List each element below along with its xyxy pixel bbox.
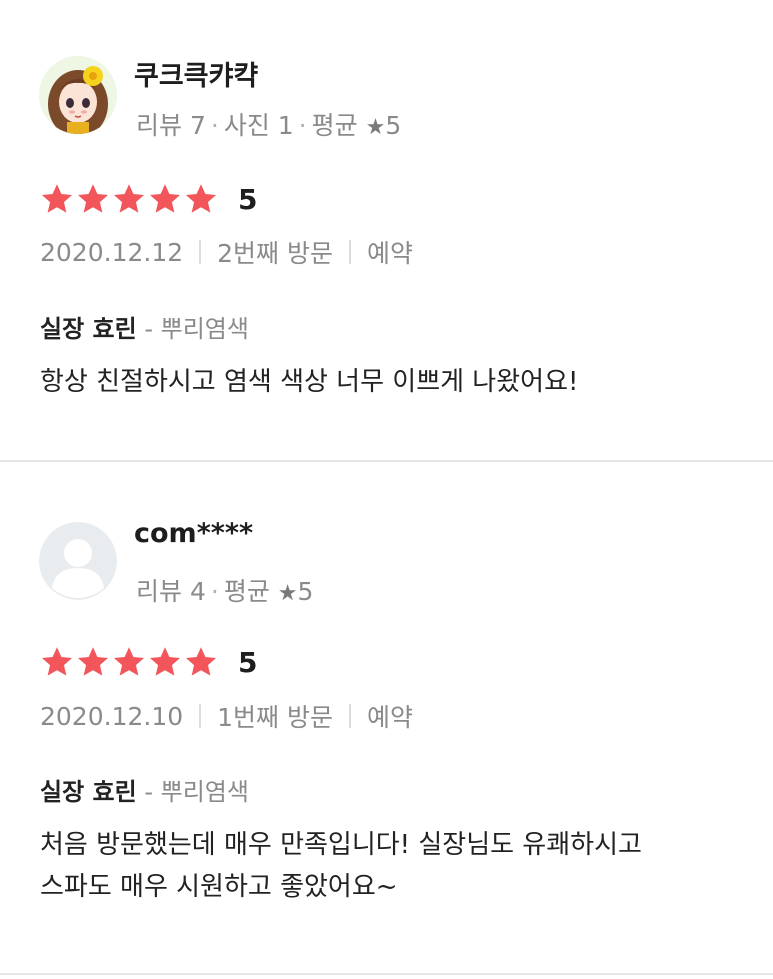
reviewer-stats: 리뷰 4 · 평균 ★5 bbox=[136, 572, 313, 608]
booking-tag: 예약 bbox=[367, 239, 414, 268]
stylist-name: 실장 효린 bbox=[40, 315, 137, 343]
reviewer-name[interactable]: 쿠크큭캬캭 bbox=[134, 54, 258, 93]
photo-count: 사진 1 bbox=[223, 111, 294, 140]
visit-count: 2번째 방문 bbox=[217, 239, 333, 268]
character-avatar-icon[interactable] bbox=[39, 56, 117, 134]
rating-row: 5 bbox=[40, 182, 257, 216]
average-value: 5 bbox=[297, 577, 314, 606]
divider bbox=[199, 704, 202, 728]
review-text: 항상 친절하시고 염색 색상 너무 이쁘게 나왔어요! bbox=[40, 361, 740, 403]
service-name: - 뿌리염색 bbox=[144, 778, 249, 806]
stylist-info: 실장 효린 - 뿌리염색 bbox=[40, 772, 249, 807]
rating-star-icon bbox=[77, 647, 109, 676]
stylist-name: 실장 효린 bbox=[40, 778, 137, 806]
rating-star-icon bbox=[185, 184, 217, 213]
divider bbox=[349, 704, 351, 728]
review-item: com**** 리뷰 4 · 평균 ★5 5 2020.12.10 1번째 방문 예… bbox=[0, 462, 773, 975]
review-text-line: 처음 방문했는데 매우 만족입니다! 실장님도 유쾌하시고 bbox=[40, 830, 642, 860]
reviewer-stats: 리뷰 7 · 사진 1 · 평균 ★5 bbox=[136, 106, 401, 142]
rating-stars bbox=[40, 182, 218, 216]
review-count: 리뷰 7 bbox=[136, 111, 206, 140]
rating-stars bbox=[40, 645, 218, 679]
average-label: 평균 bbox=[223, 577, 270, 606]
divider bbox=[199, 240, 202, 264]
rating-star-icon bbox=[113, 184, 145, 213]
rating-star-icon bbox=[77, 184, 109, 213]
review-count: 리뷰 4 bbox=[136, 577, 206, 606]
rating-star-icon bbox=[41, 647, 73, 676]
dot-separator: · bbox=[210, 111, 219, 140]
average-label: 평균 bbox=[311, 111, 358, 140]
visit-meta: 2020.12.10 1번째 방문 예약 bbox=[40, 698, 413, 734]
service-name: - 뿌리염색 bbox=[144, 315, 249, 343]
rating-star-icon bbox=[149, 184, 181, 213]
rating-row: 5 bbox=[40, 645, 257, 679]
stylist-info: 실장 효린 - 뿌리염색 bbox=[40, 309, 249, 344]
star-icon: ★ bbox=[277, 581, 298, 606]
default-user-avatar-icon[interactable] bbox=[39, 522, 117, 600]
rating-star-icon bbox=[41, 184, 73, 213]
rating-star-icon bbox=[185, 647, 217, 676]
rating-value: 5 bbox=[238, 645, 258, 679]
review-item: 쿠크큭캬캭 리뷰 7 · 사진 1 · 평균 ★5 5 2020.12.12 2번째 방… bbox=[0, 0, 773, 462]
rating-star-icon bbox=[149, 647, 181, 676]
review-text: 처음 방문했는데 매우 만족입니다! 실장님도 유쾌하시고 스파도 매우 시원하… bbox=[40, 824, 740, 908]
average-value: 5 bbox=[385, 111, 402, 140]
visit-count: 1번째 방문 bbox=[217, 703, 333, 732]
visit-meta: 2020.12.12 2번째 방문 예약 bbox=[40, 234, 413, 270]
review-date: 2020.12.10 bbox=[40, 701, 184, 731]
dot-separator: · bbox=[298, 111, 307, 140]
star-icon: ★ bbox=[365, 115, 386, 140]
review-date: 2020.12.12 bbox=[40, 237, 184, 267]
review-text-line: 항상 친절하시고 염색 색상 너무 이쁘게 나왔어요! bbox=[40, 367, 579, 397]
review-list: 쿠크큭캬캭 리뷰 7 · 사진 1 · 평균 ★5 5 2020.12.12 2번째 방… bbox=[0, 0, 773, 979]
review-text-line: 스파도 매우 시원하고 좋았어요~ bbox=[40, 872, 398, 902]
booking-tag: 예약 bbox=[367, 703, 414, 732]
rating-value: 5 bbox=[238, 182, 258, 216]
reviewer-name[interactable]: com**** bbox=[134, 518, 253, 549]
dot-separator: · bbox=[210, 577, 219, 606]
rating-star-icon bbox=[113, 647, 145, 676]
divider bbox=[349, 240, 351, 264]
